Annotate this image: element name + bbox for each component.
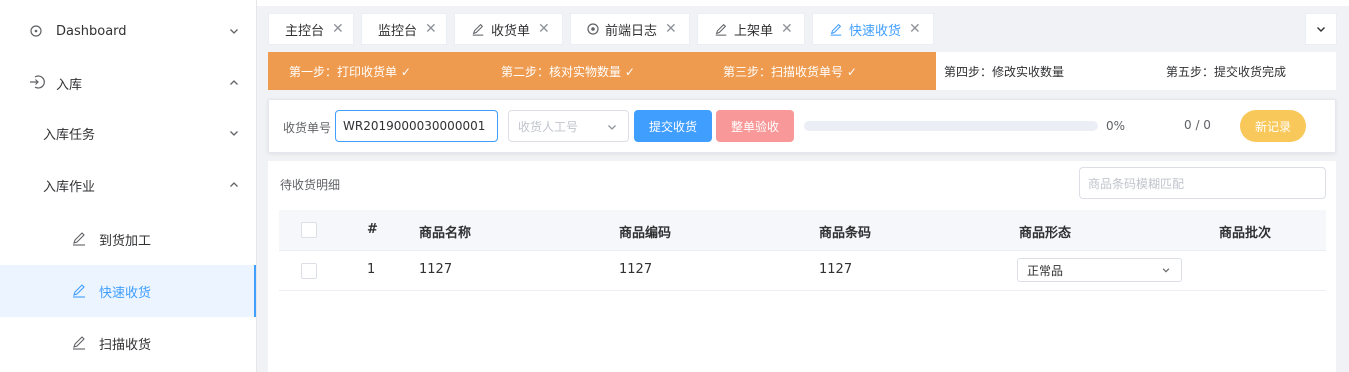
- sidebar: Dashboard 入库 入库任务 入库作业 到货加工 快速收货 扫描收货: [0, 0, 257, 372]
- chevron-down-icon: [608, 125, 616, 130]
- details-title: 待收货明细: [280, 178, 341, 192]
- tab-receipt[interactable]: 收货单 ✕: [454, 13, 563, 45]
- progress-count: 0 / 0: [1184, 118, 1211, 132]
- chevron-down-icon: [1162, 268, 1170, 273]
- target-icon: [587, 23, 599, 35]
- chevron-down-icon: [1317, 27, 1325, 32]
- barcode-search-input[interactable]: 商品条码模糊匹配: [1079, 167, 1326, 199]
- close-icon[interactable]: ✕: [781, 21, 793, 37]
- cell-barcode: 1127: [819, 262, 853, 277]
- column-header-form: 商品形态: [1019, 226, 1072, 241]
- table-body-empty: [279, 291, 1326, 372]
- tabs-more-button[interactable]: [1305, 13, 1337, 45]
- row-checkbox[interactable]: [301, 263, 317, 279]
- cell-code: 1127: [619, 262, 653, 277]
- pen-icon: [71, 230, 87, 246]
- sidebar-item-label: 到货加工: [99, 233, 152, 249]
- pen-icon: [829, 22, 843, 36]
- tab-label: 快速收货: [849, 23, 902, 39]
- cell-index: 1: [367, 262, 376, 277]
- receive-form: 收货单号 收货人工号 提交收货 整单验收 0% 0 / 0 新记录: [268, 99, 1336, 153]
- pen-icon: [714, 22, 728, 36]
- receiver-id-placeholder: 收货人工号: [518, 119, 579, 134]
- tab-label: 上架单: [734, 23, 774, 39]
- column-header-batch: 商品批次: [1219, 226, 1272, 241]
- table-header: # 商品名称 商品编码 商品条码 商品形态 商品批次: [279, 210, 1326, 251]
- close-icon[interactable]: ✕: [332, 21, 344, 37]
- submit-receipt-button[interactable]: 提交收货: [634, 110, 712, 142]
- sidebar-item-arrival-processing[interactable]: 到货加工: [0, 213, 256, 265]
- product-form-value: 正常品: [1027, 263, 1064, 278]
- receipt-number-input[interactable]: [335, 110, 498, 142]
- details-table: # 商品名称 商品编码 商品条码 商品形态 商品批次 1 1127 1127 1…: [279, 210, 1326, 372]
- pending-receipt-details: 待收货明细 商品条码模糊匹配 # 商品名称 商品编码 商品条码 商品形态 商品批…: [268, 161, 1336, 372]
- new-record-button[interactable]: 新记录: [1240, 110, 1306, 142]
- full-order-check-button[interactable]: 整单验收: [716, 110, 794, 142]
- tab-monitor[interactable]: 监控台 ✕: [361, 13, 447, 45]
- tab-frontend-log[interactable]: 前端日志 ✕: [570, 13, 690, 45]
- sidebar-item-inbound-tasks[interactable]: 入库任务: [0, 107, 256, 159]
- step-1: 第一步：打印收货单 ✓: [289, 65, 411, 79]
- signin-icon: [29, 74, 45, 90]
- sidebar-item-quick-receive[interactable]: 快速收货: [0, 265, 256, 317]
- close-icon[interactable]: ✕: [538, 21, 550, 37]
- chevron-down-icon: [230, 131, 238, 136]
- barcode-search-placeholder: 商品条码模糊匹配: [1088, 176, 1185, 191]
- close-icon[interactable]: ✕: [909, 21, 921, 37]
- column-header-barcode: 商品条码: [819, 226, 872, 241]
- tabs-bar: 主控台 ✕ 监控台 ✕ 收货单 ✕ 前端日志 ✕ 上架单 ✕ 快速收货 ✕: [257, 0, 1349, 52]
- close-icon[interactable]: ✕: [425, 21, 437, 37]
- sidebar-item-scan-receive[interactable]: 扫描收货: [0, 317, 256, 369]
- pen-icon: [71, 334, 87, 350]
- receive-progress-bar: [804, 121, 1098, 131]
- sidebar-item-label: 扫描收货: [99, 337, 152, 353]
- step-5: 第五步：提交收货完成: [1166, 65, 1287, 79]
- receipt-number-label: 收货单号: [283, 121, 332, 135]
- pen-icon: [471, 22, 485, 36]
- sidebar-item-label: 入库任务: [43, 127, 96, 143]
- column-header-index: #: [367, 222, 378, 237]
- receiver-id-select[interactable]: 收货人工号: [508, 110, 629, 142]
- chevron-up-icon: [230, 182, 238, 187]
- clock-icon: [30, 25, 42, 37]
- sidebar-item-inbound[interactable]: 入库: [0, 57, 256, 109]
- sidebar-item-dashboard[interactable]: Dashboard: [0, 5, 256, 57]
- tab-quick-receive[interactable]: 快速收货 ✕: [812, 13, 934, 45]
- step-2: 第二步：核对实物数量 ✓: [501, 65, 635, 79]
- close-icon[interactable]: ✕: [665, 21, 677, 37]
- cell-name: 1127: [419, 262, 453, 277]
- step-3: 第三步：扫描收货单号 ✓: [723, 65, 857, 79]
- select-all-checkbox[interactable]: [301, 222, 317, 238]
- product-form-select[interactable]: 正常品: [1017, 258, 1182, 282]
- steps-bar: 第一步：打印收货单 ✓ 第二步：核对实物数量 ✓ 第三步：扫描收货单号 ✓ 第四…: [268, 52, 1336, 90]
- column-header-code: 商品编码: [619, 226, 672, 241]
- table-row[interactable]: 1 1127 1127 1127 正常品: [279, 251, 1326, 291]
- step-4: 第四步：修改实收数量: [944, 65, 1065, 79]
- pen-icon: [71, 282, 87, 298]
- chevron-up-icon: [230, 80, 238, 85]
- sidebar-item-label: 入库: [56, 77, 83, 93]
- tab-main-console[interactable]: 主控台 ✕: [268, 13, 354, 45]
- sidebar-item-inbound-ops[interactable]: 入库作业: [0, 159, 256, 211]
- tab-putaway[interactable]: 上架单 ✕: [697, 13, 805, 45]
- tabs-topline: [257, 0, 1349, 6]
- tab-label: 收货单: [491, 23, 531, 39]
- progress-percent: 0%: [1106, 119, 1126, 133]
- tab-label: 监控台: [378, 23, 418, 39]
- chevron-down-icon: [230, 29, 238, 34]
- tab-label: 主控台: [285, 23, 325, 39]
- tab-label: 前端日志: [605, 23, 658, 39]
- sidebar-item-label: Dashboard: [56, 23, 127, 39]
- sidebar-item-label: 快速收货: [99, 285, 152, 301]
- column-header-name: 商品名称: [419, 226, 472, 241]
- sidebar-item-label: 入库作业: [43, 179, 96, 195]
